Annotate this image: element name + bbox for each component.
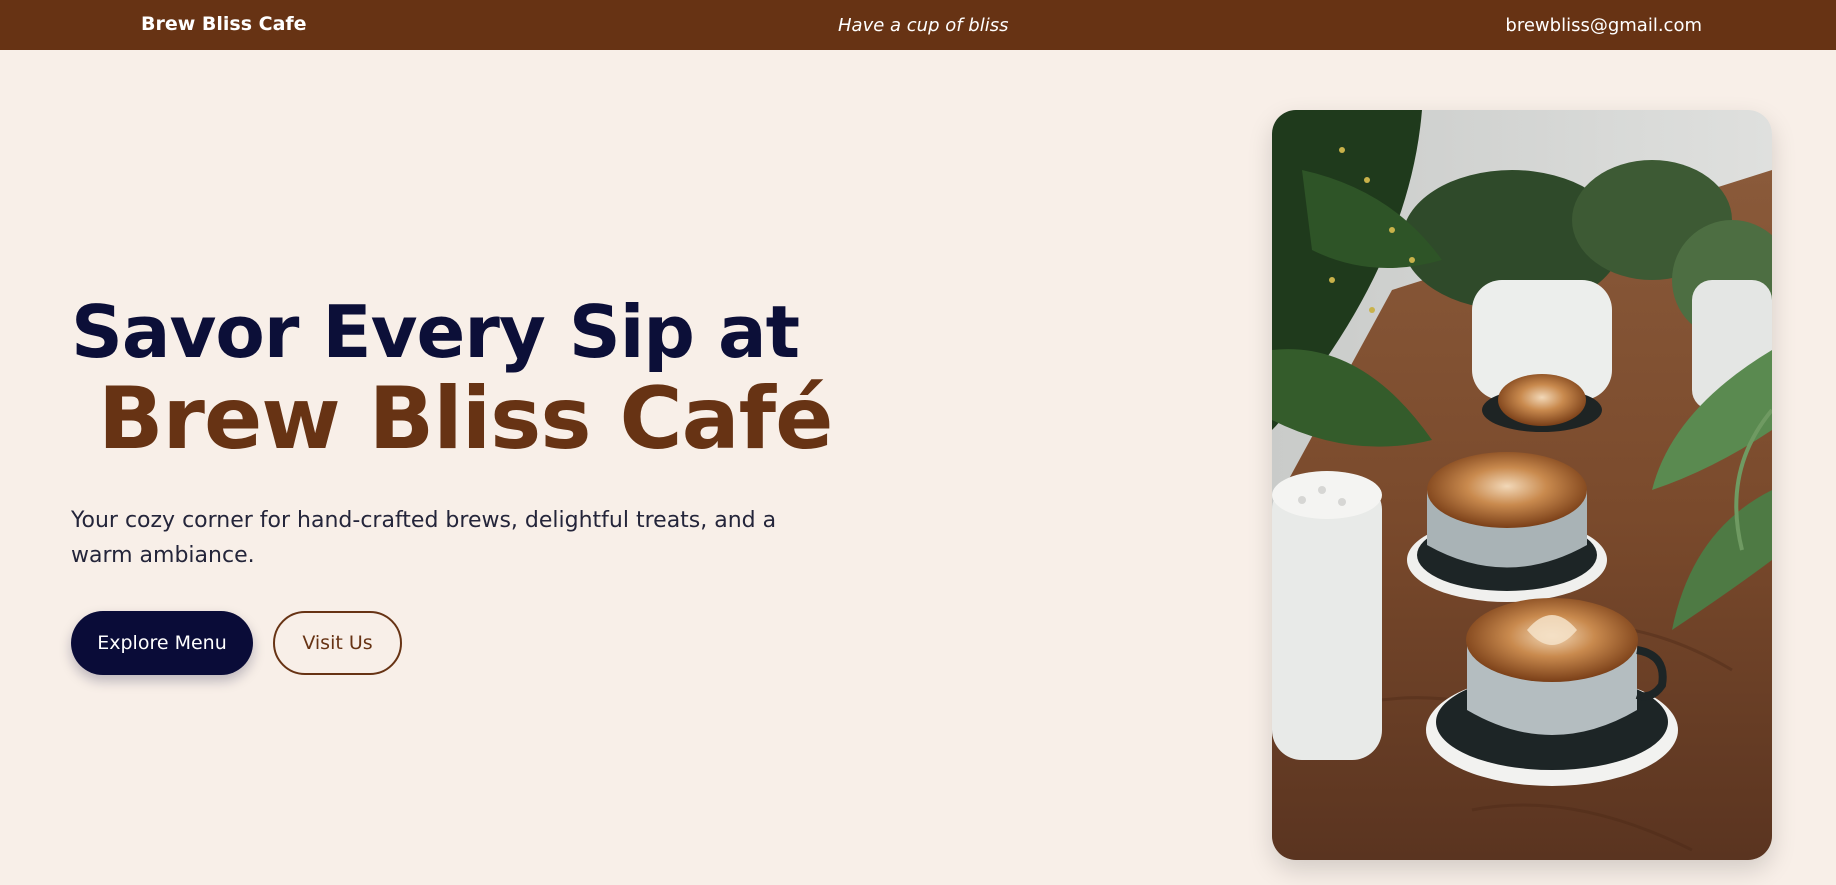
- hero-description: Your cozy corner for hand-crafted brews,…: [71, 508, 777, 568]
- coffee-cups-photo: [1272, 110, 1772, 860]
- tagline: Have a cup of bliss: [838, 15, 1009, 36]
- visit-us-button[interactable]: Visit Us: [273, 611, 402, 675]
- top-bar: Brew Bliss Cafe Have a cup of bliss brew…: [0, 0, 1836, 50]
- hero-title-line-2: Brew Bliss Café: [98, 369, 833, 469]
- brand-name[interactable]: Brew Bliss Cafe: [141, 13, 307, 35]
- explore-menu-button[interactable]: Explore Menu: [71, 611, 253, 675]
- hero-title: Savor Every Sip at Brew Bliss Café: [71, 290, 833, 469]
- hero-title-line-1: Savor Every Sip at: [71, 290, 800, 374]
- contact-email[interactable]: brewbliss@gmail.com: [1505, 15, 1702, 36]
- hero-photo: [1272, 110, 1772, 860]
